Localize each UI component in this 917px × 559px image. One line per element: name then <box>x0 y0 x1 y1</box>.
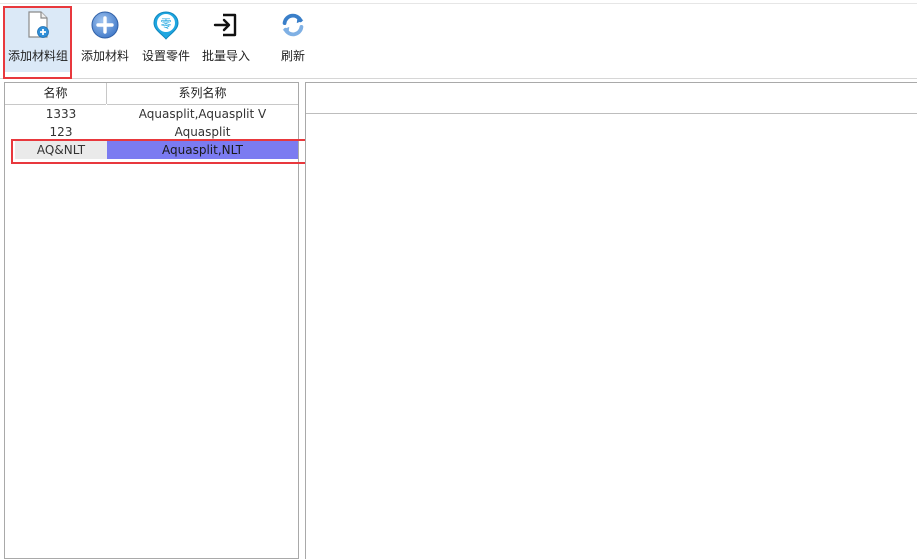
cell-series: Aquasplit,Aquasplit V <box>138 107 267 121</box>
refresh-label: 刷新 <box>280 49 305 63</box>
set-part-button[interactable]: 零 设置零件 <box>139 6 193 72</box>
plus-circle-icon <box>90 10 120 40</box>
column-header-series[interactable]: 系列名称 <box>107 83 298 105</box>
cell-name: 1333 <box>45 107 77 121</box>
svg-text:零: 零 <box>161 18 172 31</box>
part-pin-icon: 零 <box>151 10 181 40</box>
highlight-box-row <box>11 139 308 164</box>
refresh-button[interactable]: 刷新 <box>266 6 320 72</box>
import-icon <box>211 10 241 40</box>
column-header-name[interactable]: 名称 <box>5 83 106 105</box>
table-row[interactable]: 1333 Aquasplit,Aquasplit V <box>5 105 298 123</box>
batch-import-button[interactable]: 批量导入 <box>199 6 253 72</box>
set-part-label: 设置零件 <box>141 49 190 63</box>
toolbar: 添加材料组 添加材料 零 设置零件 批量导入 刷新 <box>0 0 917 79</box>
detail-header-divider <box>306 113 917 114</box>
refresh-icon <box>278 10 308 40</box>
toolbar-top-divider <box>0 3 917 4</box>
add-material-label: 添加材料 <box>80 49 129 63</box>
detail-panel <box>305 82 917 559</box>
highlight-box-toolbar <box>3 6 72 79</box>
add-material-button[interactable]: 添加材料 <box>77 6 133 72</box>
batch-import-label: 批量导入 <box>201 49 250 63</box>
